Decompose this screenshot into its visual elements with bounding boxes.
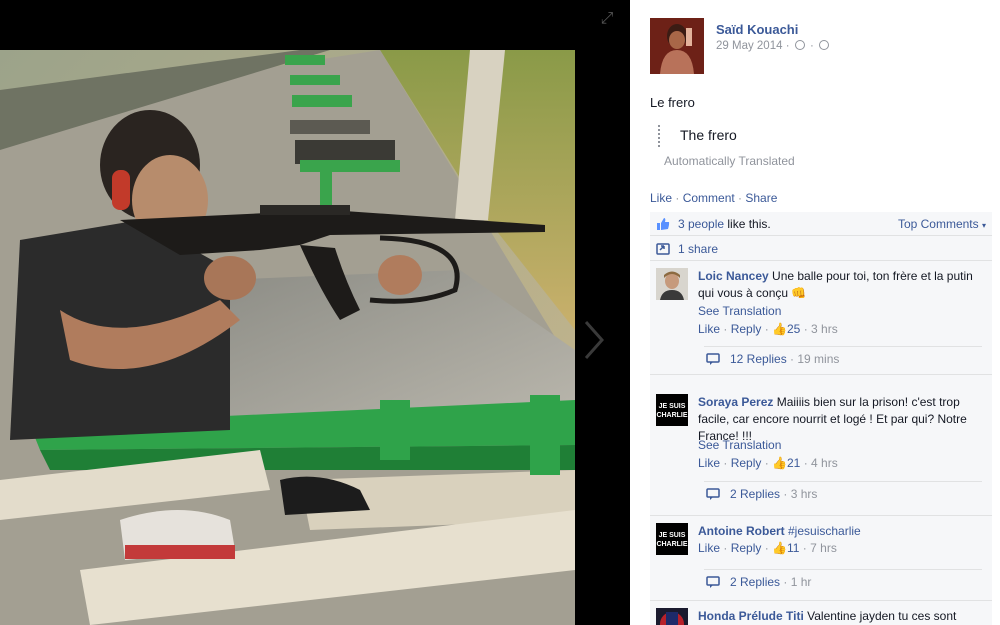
like-button[interactable]: Like xyxy=(650,191,672,205)
comment-author[interactable]: Soraya Perez xyxy=(698,395,773,409)
chevron-down-icon: ▾ xyxy=(981,221,986,230)
replies-link[interactable]: 12 Replies · 19 mins xyxy=(704,346,982,370)
comment-author[interactable]: Loic Nancey xyxy=(698,269,769,283)
likes-row: 3 people like this. Top Comments ▾ xyxy=(650,212,992,236)
comment-button[interactable]: Comment xyxy=(683,191,735,205)
see-translation-link[interactable]: See Translation xyxy=(698,438,781,452)
comment-item: Loic Nancey Une balle pour toi, ton frèr… xyxy=(650,262,992,375)
post-caption: Le frero xyxy=(650,95,695,110)
thumbs-up-icon: 👍 xyxy=(772,322,787,336)
replies-link[interactable]: 2 Replies · 1 hr xyxy=(704,569,982,593)
replies-count[interactable]: 12 Replies xyxy=(730,352,787,366)
comment-like-button[interactable]: Like xyxy=(698,456,720,470)
comment-author[interactable]: Honda Prélude Titi xyxy=(698,609,804,623)
comment-reply-button[interactable]: Reply xyxy=(731,322,762,336)
replies-time: 3 hrs xyxy=(790,487,818,501)
comment-reply-button[interactable]: Reply xyxy=(731,541,762,555)
likes-count-link[interactable]: 3 people xyxy=(678,217,724,231)
post-photo xyxy=(0,50,575,625)
comment-actions: Like · Reply · 👍21 · 4 hrs xyxy=(698,456,838,470)
expand-icon[interactable]: ⤢ xyxy=(598,10,616,28)
chevron-right-icon[interactable] xyxy=(578,316,608,364)
clock-icon xyxy=(794,40,805,50)
post-actions: Like · Comment · Share xyxy=(650,191,778,205)
emoji-icon: 👊 xyxy=(791,286,807,300)
reply-icon xyxy=(706,576,720,588)
reply-icon xyxy=(706,488,720,500)
comment-hashtag[interactable]: #jesuischarlie xyxy=(785,524,861,538)
post-date[interactable]: 29 May 2014 xyxy=(716,40,783,52)
feedback-area: 3 people like this. Top Comments ▾ 1 sha… xyxy=(650,212,992,625)
post-panel: Saïd Kouachi 29 May 2014 · · Le frero Th… xyxy=(630,0,1000,625)
comment-avatar[interactable]: JE SUIS CHARLIE xyxy=(656,394,688,426)
comment-actions: Like · Reply · 👍25 · 3 hrs xyxy=(698,322,838,336)
thumbs-up-icon: 👍 xyxy=(772,541,787,555)
replies-link[interactable]: 2 Replies · 3 hrs xyxy=(704,481,982,505)
photo-viewer: ⤢ xyxy=(0,0,630,625)
likes-suffix: like this. xyxy=(724,217,771,231)
comment-time[interactable]: 3 hrs xyxy=(811,322,838,336)
comment-like-button[interactable]: Like xyxy=(698,322,720,336)
comment-text: Valentine jayden tu ces sont xyxy=(803,609,957,623)
comment-item: Honda Prélude Titi Valentine jayden tu c… xyxy=(650,602,992,625)
shares-link[interactable]: 1 share xyxy=(678,242,718,256)
comment-time[interactable]: 4 hrs xyxy=(811,456,838,470)
translation-note: Automatically Translated xyxy=(664,154,795,168)
comment-actions: Like · Reply · 👍11 · 7 hrs xyxy=(698,541,837,555)
translation-bar xyxy=(658,125,660,147)
reply-icon xyxy=(706,353,720,365)
comment-item: JE SUIS CHARLIE Antoine Robert #jesuisch… xyxy=(650,517,992,601)
replies-count[interactable]: 2 Replies xyxy=(730,487,780,501)
replies-count[interactable]: 2 Replies xyxy=(730,575,780,589)
see-translation-link[interactable]: See Translation xyxy=(698,304,781,318)
comment-like-button[interactable]: Like xyxy=(698,541,720,555)
share-button[interactable]: Share xyxy=(745,191,777,205)
replies-time: 1 hr xyxy=(790,575,812,589)
avatar[interactable] xyxy=(650,18,704,74)
comment-reply-button[interactable]: Reply xyxy=(731,456,762,470)
shares-row: 1 share xyxy=(650,237,992,261)
globe-icon[interactable] xyxy=(818,40,829,50)
comment-time[interactable]: 7 hrs xyxy=(810,541,837,555)
thumbs-up-icon: 👍 xyxy=(772,456,787,470)
replies-time: 19 mins xyxy=(797,352,840,366)
comment-like-count[interactable]: 25 xyxy=(787,322,800,336)
post-author[interactable]: Saïd Kouachi xyxy=(716,22,798,37)
comment-author[interactable]: Antoine Robert xyxy=(698,524,785,538)
comment-avatar[interactable] xyxy=(656,268,688,300)
comment-avatar[interactable] xyxy=(656,608,688,625)
thumbs-up-icon xyxy=(657,218,670,230)
comment-avatar[interactable]: JE SUIS CHARLIE xyxy=(656,523,688,555)
top-comments-label: Top Comments xyxy=(897,217,979,231)
share-icon xyxy=(656,243,670,255)
top-comments-dropdown[interactable]: Top Comments ▾ xyxy=(898,217,986,231)
comment-item: JE SUIS CHARLIE Soraya Perez Maiiiis bie… xyxy=(650,388,992,516)
comment-like-count[interactable]: 21 xyxy=(787,456,800,470)
comment-like-count[interactable]: 11 xyxy=(787,541,799,555)
post-meta: 29 May 2014 · · xyxy=(716,40,831,52)
translated-text: The frero xyxy=(680,127,737,143)
